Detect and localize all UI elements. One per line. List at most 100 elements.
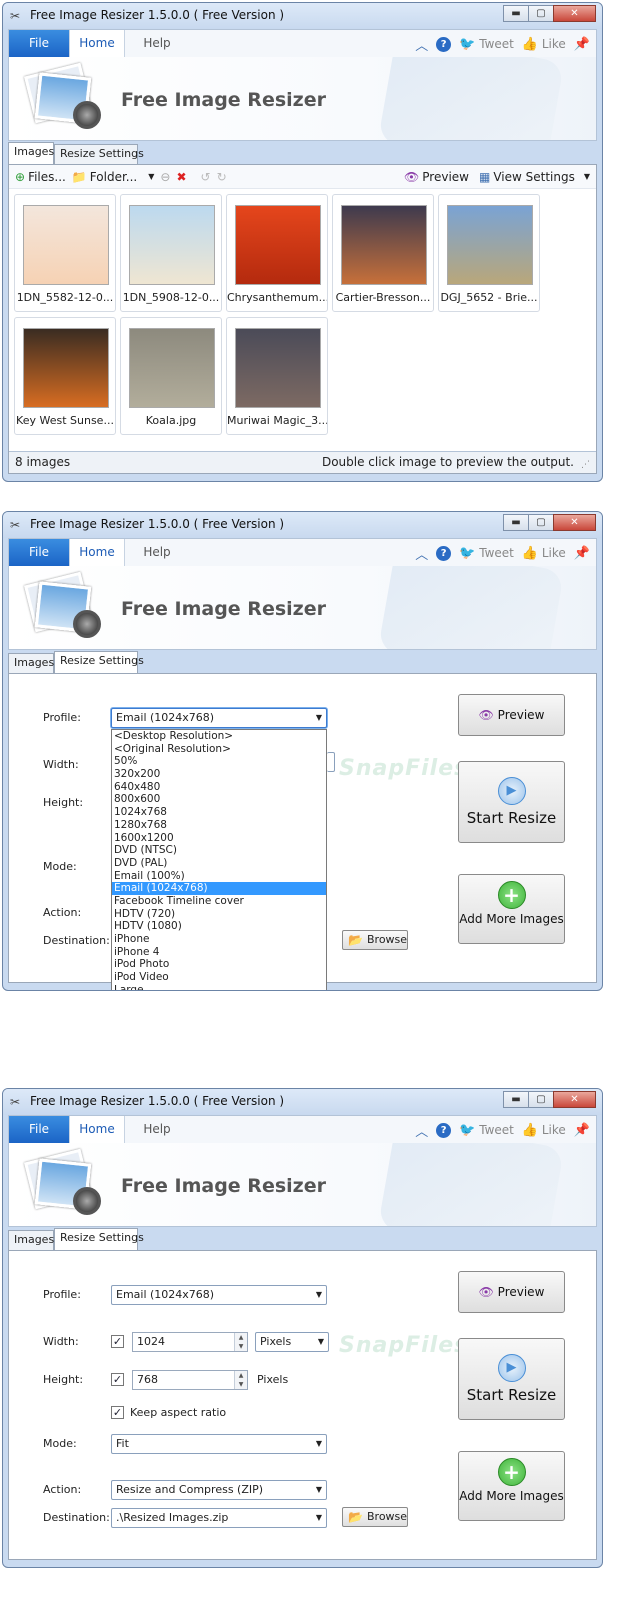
tab-home[interactable]: Home (69, 539, 125, 566)
add-more-images-button[interactable]: + Add More Images (458, 874, 565, 944)
tab-images[interactable]: Images (8, 653, 54, 673)
start-resize-button[interactable]: ▶ Start Resize (458, 761, 565, 843)
collapse-ribbon-icon[interactable]: ︿ (415, 544, 428, 563)
width-input[interactable]: 1024 ▲ ▼ (132, 1332, 248, 1352)
profile-option[interactable]: Large (112, 984, 326, 990)
like-button[interactable]: 👍 Like (522, 37, 566, 52)
help-icon[interactable]: ? (436, 546, 452, 561)
resize-grip-icon[interactable]: ⋰ (581, 459, 593, 471)
help-icon[interactable]: ? (436, 37, 452, 52)
profile-options-list[interactable]: <Desktop Resolution> <Original Resolution… (111, 729, 327, 990)
like-button[interactable]: 👍 Like (522, 546, 566, 561)
preview-toolbar-button[interactable]: 👁 Preview (404, 170, 469, 184)
profile-option[interactable]: HDTV (720) (112, 908, 326, 921)
profile-option[interactable]: 1280x768 (112, 819, 326, 832)
maximize-button[interactable]: ▢ (528, 1091, 554, 1108)
clear-button[interactable]: ✖ (176, 170, 186, 184)
close-button[interactable]: ✕ (553, 5, 596, 22)
like-button[interactable]: 👍 Like (522, 1123, 566, 1138)
close-button[interactable]: ✕ (553, 514, 596, 531)
profile-dropdown[interactable]: Email (1024x768) ▼ (111, 1285, 327, 1305)
keep-aspect-checkbox[interactable]: ✓ (111, 1406, 124, 1419)
profile-option[interactable]: 640x480 (112, 781, 326, 794)
tab-home[interactable]: Home (69, 1116, 125, 1143)
image-thumbnail[interactable]: Muriwai Magic_3... (226, 317, 328, 435)
image-thumbnail[interactable]: Chrysanthemum... (226, 194, 328, 312)
add-files-button[interactable]: ⊕ Files... (15, 170, 66, 184)
spin-arrows-icon[interactable]: ▲ ▼ (234, 1333, 247, 1351)
spin-arrows-icon[interactable]: ▲ ▼ (234, 1371, 247, 1389)
pin-icon[interactable]: 📌 (574, 37, 590, 52)
pin-icon[interactable]: 📌 (574, 546, 590, 561)
destination-combo[interactable]: .\Resized Images.zip ▼ (111, 1508, 327, 1528)
tab-help[interactable]: Help (137, 539, 177, 566)
tab-images[interactable]: Images (8, 1230, 54, 1250)
profile-option[interactable]: Email (1024x768) (112, 882, 326, 895)
file-tab[interactable]: File (9, 30, 69, 57)
maximize-button[interactable]: ▢ (528, 5, 554, 22)
image-thumbnail[interactable]: Cartier-Bresson... (332, 194, 434, 312)
tweet-button[interactable]: 🐦 Tweet (459, 1123, 514, 1138)
profile-option[interactable]: 1024x768 (112, 806, 326, 819)
profile-option[interactable]: 800x600 (112, 793, 326, 806)
profile-option[interactable]: Email (100%) (112, 870, 326, 883)
tab-images[interactable]: Images (8, 142, 54, 164)
profile-option[interactable]: DVD (PAL) (112, 857, 326, 870)
profile-option[interactable]: Facebook Timeline cover (112, 895, 326, 908)
minimize-button[interactable]: ▬ (503, 514, 529, 531)
tab-resize-settings[interactable]: Resize Settings (54, 1228, 144, 1250)
tab-resize-settings[interactable]: Resize Settings (54, 144, 144, 164)
image-thumbnail[interactable]: Koala.jpg (120, 317, 222, 435)
tweet-button[interactable]: 🐦 Tweet (459, 546, 514, 561)
maximize-button[interactable]: ▢ (528, 514, 554, 531)
profile-option[interactable]: 50% (112, 755, 326, 768)
help-icon[interactable]: ? (436, 1123, 452, 1138)
profile-option[interactable]: <Desktop Resolution> (112, 730, 326, 743)
preview-button[interactable]: 👁 Preview (458, 694, 565, 736)
profile-option[interactable]: iPhone (112, 933, 326, 946)
minimize-button[interactable]: ▬ (503, 5, 529, 22)
add-more-images-button[interactable]: + Add More Images (458, 1451, 565, 1521)
image-thumbnail[interactable]: 1DN_5582-12-0... (14, 194, 116, 312)
profile-dropdown[interactable]: Email (1024x768) ▼ (111, 708, 327, 728)
image-thumbnail[interactable]: Key West Sunse... (14, 317, 116, 435)
browse-button[interactable]: 📂 Browse (342, 1507, 408, 1527)
start-resize-button[interactable]: ▶ Start Resize (458, 1338, 565, 1420)
mode-dropdown[interactable]: Fit ▼ (111, 1434, 327, 1454)
preview-button[interactable]: 👁 Preview (458, 1271, 565, 1313)
profile-option[interactable]: HDTV (1080) (112, 920, 326, 933)
action-dropdown[interactable]: Resize and Compress (ZIP) ▼ (111, 1480, 327, 1500)
tab-help[interactable]: Help (137, 30, 177, 57)
tab-resize-settings[interactable]: Resize Settings (54, 651, 144, 673)
profile-option[interactable]: iPhone 4 (112, 946, 326, 959)
view-settings-button[interactable]: ▦ View Settings ▼ (479, 170, 590, 184)
collapse-ribbon-icon[interactable]: ︿ (415, 35, 428, 54)
add-folder-button[interactable]: 📁 Folder... ▼ (72, 170, 155, 184)
thumbnail-label: Key West Sunse... (16, 414, 114, 427)
tab-home[interactable]: Home (69, 30, 125, 57)
profile-option[interactable]: iPod Photo (112, 958, 326, 971)
collapse-ribbon-icon[interactable]: ︿ (415, 1121, 428, 1140)
profile-option[interactable]: 320x200 (112, 768, 326, 781)
browse-button[interactable]: 📂 Browse (342, 930, 408, 950)
height-checkbox[interactable]: ✓ (111, 1373, 124, 1386)
file-tab[interactable]: File (9, 539, 69, 566)
width-unit-dropdown[interactable]: Pixels ▼ (255, 1332, 329, 1352)
height-input[interactable]: 768 ▲ ▼ (132, 1370, 248, 1390)
profile-option[interactable]: DVD (NTSC) (112, 844, 326, 857)
rotate-left-button[interactable]: ↺ (201, 170, 211, 184)
tab-help[interactable]: Help (137, 1116, 177, 1143)
profile-option[interactable]: iPod Video (112, 971, 326, 984)
tweet-button[interactable]: 🐦 Tweet (459, 37, 514, 52)
file-tab[interactable]: File (9, 1116, 69, 1143)
remove-button[interactable]: ⊖ (160, 170, 170, 184)
close-button[interactable]: ✕ (553, 1091, 596, 1108)
profile-option[interactable]: 1600x1200 (112, 832, 326, 845)
profile-option[interactable]: <Original Resolution> (112, 743, 326, 756)
minimize-button[interactable]: ▬ (503, 1091, 529, 1108)
width-checkbox[interactable]: ✓ (111, 1335, 124, 1348)
rotate-right-button[interactable]: ↻ (217, 170, 227, 184)
pin-icon[interactable]: 📌 (574, 1123, 590, 1138)
image-thumbnail[interactable]: DGJ_5652 - Brie... (438, 194, 540, 312)
image-thumbnail[interactable]: 1DN_5908-12-0... (120, 194, 222, 312)
